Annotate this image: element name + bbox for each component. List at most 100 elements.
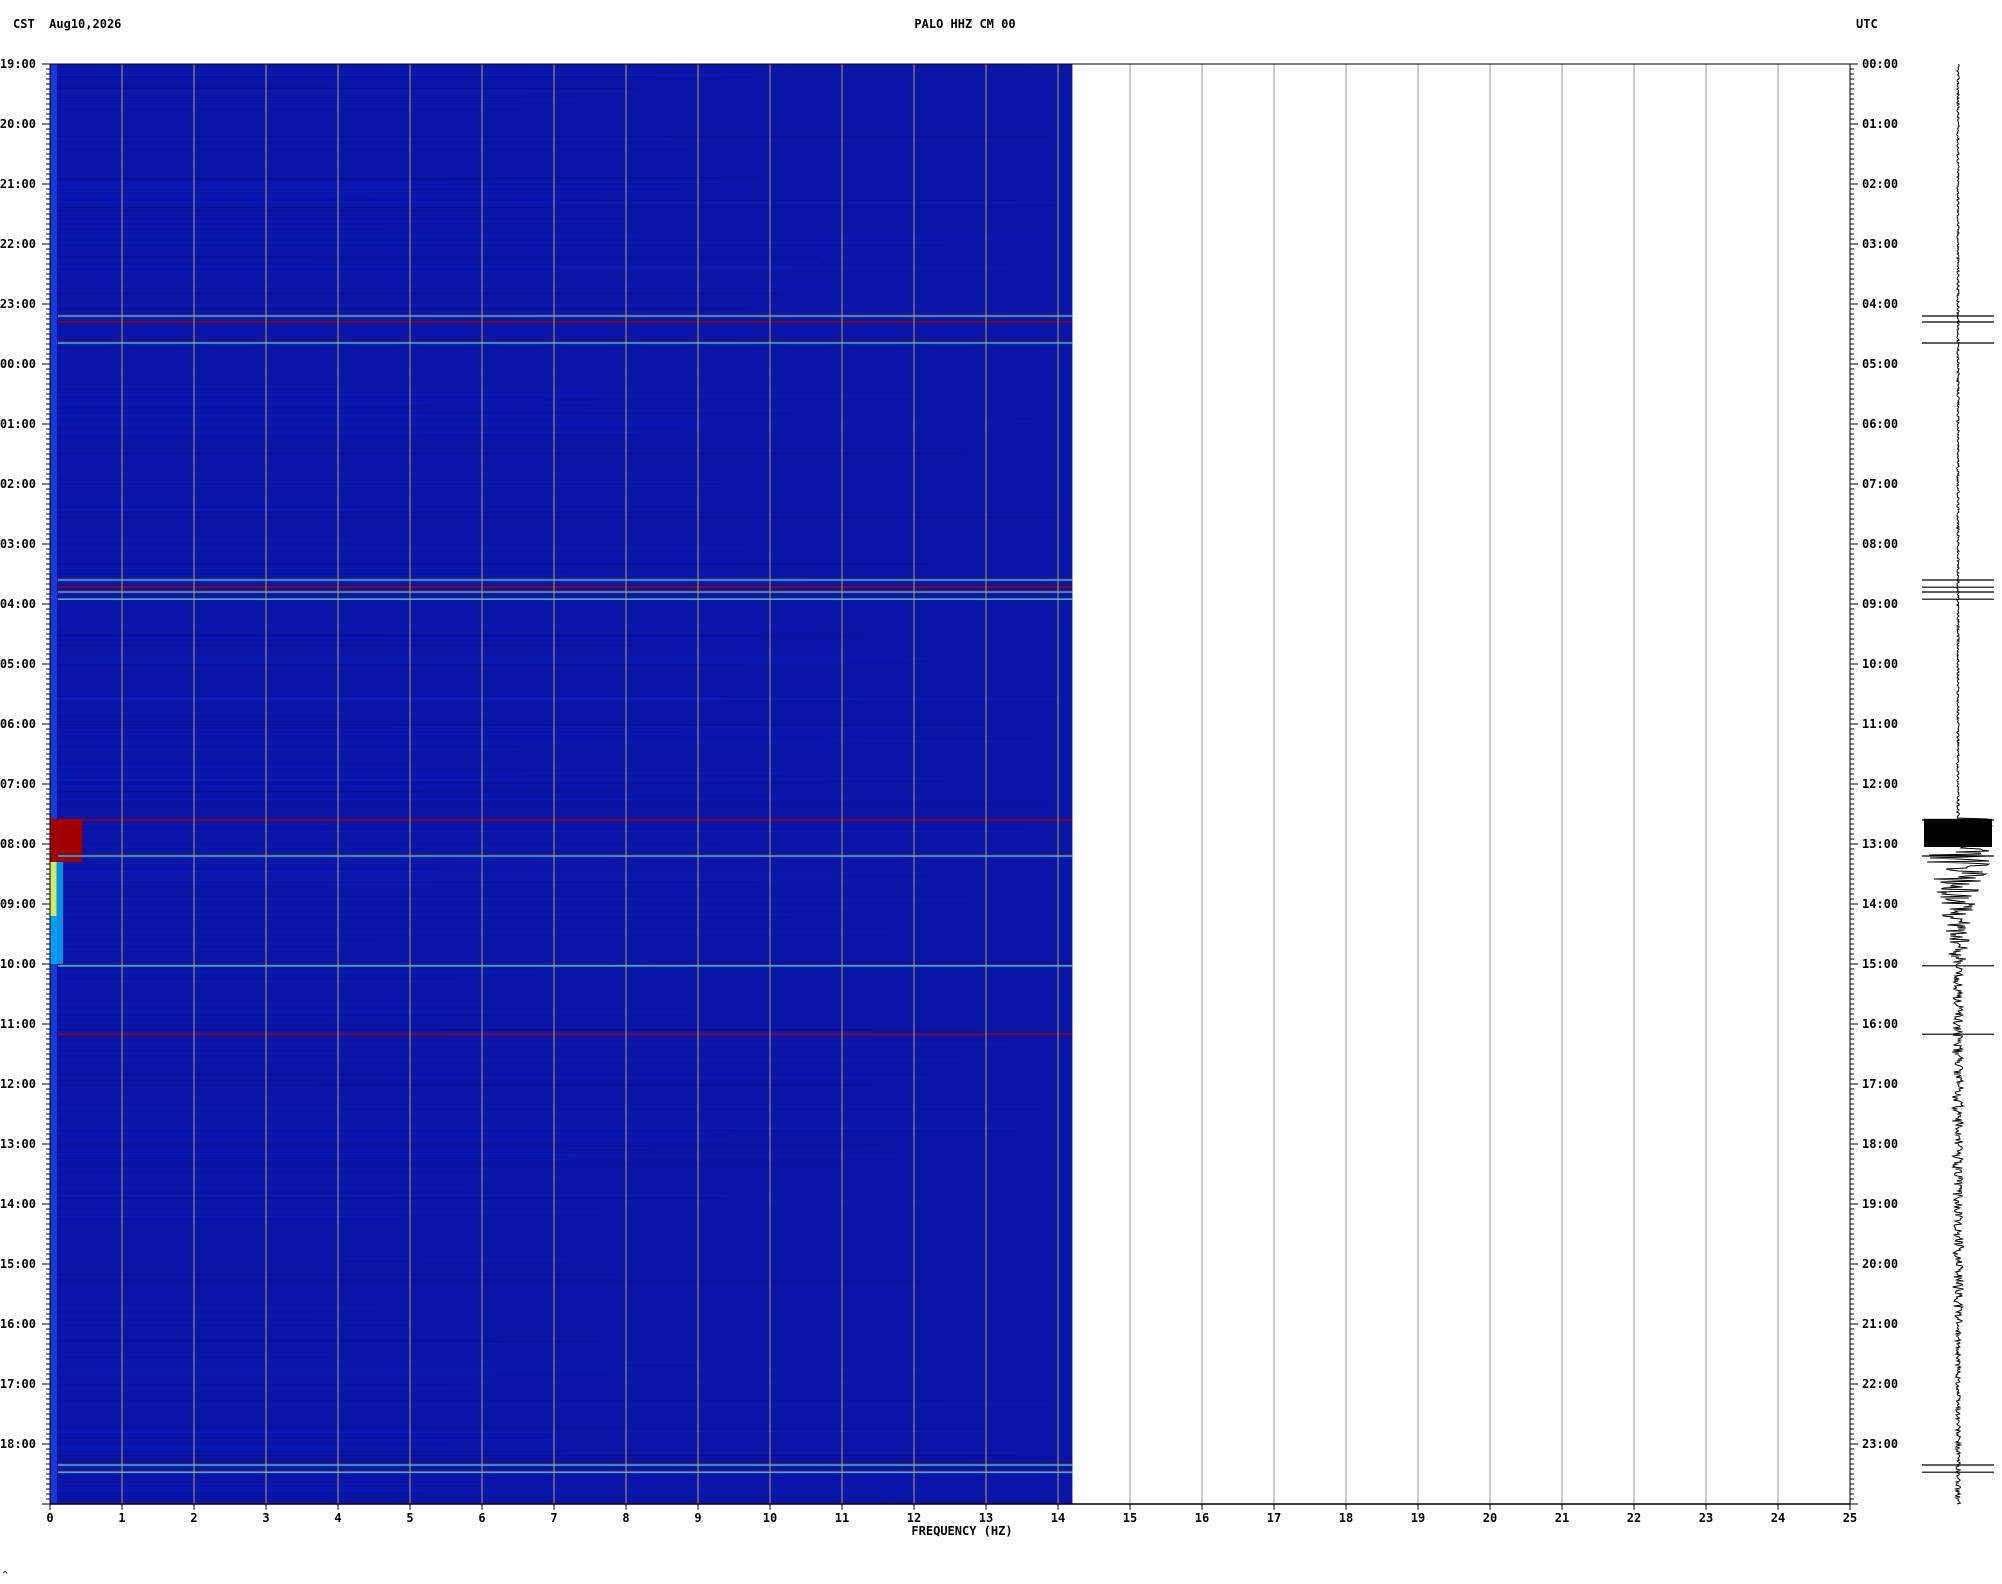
- noise-streak: [56, 417, 559, 419]
- noise-streak: [56, 191, 640, 193]
- noise-streak: [56, 1176, 577, 1178]
- noise-streak: [56, 759, 406, 761]
- left-time-label: 06:00: [0, 717, 36, 731]
- noise-streak: [56, 1201, 521, 1203]
- noise-streak: [56, 742, 826, 744]
- noise-streak: [56, 560, 869, 562]
- noise-streak: [56, 932, 889, 934]
- noise-streak: [56, 1445, 337, 1447]
- noise-streak: [56, 1490, 428, 1492]
- noise-streak: [56, 981, 459, 983]
- noise-streak: [56, 235, 672, 237]
- noise-streak: [56, 293, 783, 295]
- noise-streak: [56, 1405, 946, 1407]
- noise-streak: [56, 1149, 654, 1151]
- noise-streak: [56, 1106, 1046, 1108]
- right-time-label: 04:00: [1862, 297, 1898, 311]
- noise-streak: [56, 508, 708, 510]
- noise-streak: [56, 1382, 852, 1384]
- x-tick-label: 14: [1051, 1511, 1065, 1525]
- noise-streak: [56, 90, 535, 92]
- noise-streak: [56, 770, 399, 772]
- noise-streak: [56, 68, 1031, 70]
- noise-streak: [56, 823, 327, 825]
- noise-streak: [56, 727, 392, 729]
- noise-streak: [56, 1112, 656, 1114]
- noise-streak: [56, 1371, 612, 1373]
- noise-streak: [56, 547, 743, 549]
- right-time-label: 09:00: [1862, 597, 1898, 611]
- noise-streak: [56, 713, 512, 715]
- right-time-label: 13:00: [1862, 837, 1898, 851]
- noise-streak: [56, 1152, 553, 1154]
- x-tick-label: 12: [907, 1511, 921, 1525]
- noise-streak: [56, 1038, 451, 1040]
- noise-streak: [56, 75, 724, 77]
- left-time-label: 03:00: [0, 537, 36, 551]
- noise-streak: [56, 863, 609, 865]
- noise-streak: [56, 393, 605, 395]
- noise-streak: [56, 88, 637, 90]
- x-axis-label: FREQUENCY (HZ): [911, 1524, 1012, 1538]
- x-tick-label: 25: [1843, 1511, 1857, 1525]
- noise-streak: [56, 696, 722, 698]
- noise-streak: [56, 74, 757, 76]
- noise-streak: [56, 484, 719, 486]
- noise-streak: [56, 1368, 972, 1370]
- noise-streak: [56, 162, 398, 164]
- x-tick-label: 6: [478, 1511, 485, 1525]
- left-time-label: 02:00: [0, 477, 36, 491]
- left-time-label: 11:00: [0, 1017, 36, 1031]
- left-time-label: 12:00: [0, 1077, 36, 1091]
- left-time-label: 22:00: [0, 237, 36, 251]
- noise-streak: [56, 662, 846, 664]
- noise-streak: [56, 664, 744, 666]
- noise-streak: [56, 1195, 817, 1197]
- event-decay-core: [50, 862, 57, 916]
- noise-streak: [56, 1146, 860, 1148]
- left-time-label: 20:00: [0, 117, 36, 131]
- noise-streak: [56, 574, 749, 576]
- noise-streak: [56, 1274, 618, 1276]
- noise-streak: [56, 267, 1014, 269]
- noise-streak: [56, 1496, 883, 1498]
- noise-streak: [56, 872, 928, 874]
- noise-streak: [56, 186, 680, 188]
- noise-streak: [56, 1197, 398, 1199]
- noise-streak: [56, 1045, 321, 1047]
- noise-streak: [56, 305, 683, 307]
- noise-streak: [56, 138, 667, 140]
- noise-streak: [56, 563, 931, 565]
- x-tick-label: 19: [1411, 1511, 1425, 1525]
- noise-streak: [56, 431, 640, 433]
- noise-streak: [56, 221, 627, 223]
- noise-streak: [56, 1015, 382, 1017]
- noise-streak: [56, 568, 563, 570]
- noise-streak: [56, 76, 655, 78]
- noise-streak: [56, 1134, 712, 1136]
- left-time-label: 14:00: [0, 1197, 36, 1211]
- left-time-label: 08:00: [0, 837, 36, 851]
- corner-mark: ^: [2, 1570, 9, 1581]
- noise-streak: [56, 703, 861, 705]
- noise-streak: [56, 777, 950, 779]
- left-time-label: 07:00: [0, 777, 36, 791]
- noise-streak: [56, 1322, 422, 1324]
- spectrogram-area: [50, 64, 1073, 1504]
- noise-streak: [56, 1077, 932, 1079]
- noise-streak: [56, 798, 922, 800]
- noise-streak: [56, 875, 839, 877]
- noise-streak: [56, 1022, 322, 1024]
- noise-streak: [56, 870, 445, 872]
- noise-streak: [56, 401, 594, 403]
- noise-streak: [56, 637, 761, 639]
- noise-streak: [56, 785, 422, 787]
- noise-streak: [56, 271, 561, 273]
- noise-streak: [56, 1031, 875, 1033]
- noise-streak: [56, 251, 696, 253]
- right-time-label: 12:00: [1862, 777, 1898, 791]
- noise-streak: [56, 1059, 964, 1061]
- left-time-label: 01:00: [0, 417, 36, 431]
- noise-streak: [56, 948, 351, 950]
- right-time-label: 08:00: [1862, 537, 1898, 551]
